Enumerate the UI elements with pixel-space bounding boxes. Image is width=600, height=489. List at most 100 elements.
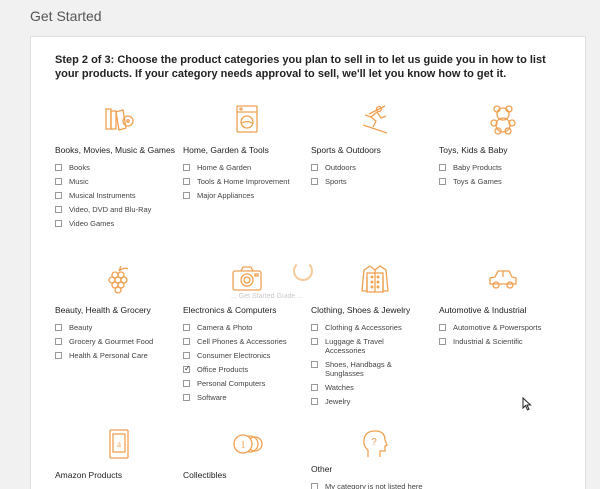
category-option-label: Office Products bbox=[197, 365, 249, 374]
category-option[interactable]: Sports bbox=[311, 177, 439, 186]
category-option[interactable]: Musical Instruments bbox=[55, 191, 183, 200]
category-title: Clothing, Shoes & Jewelry bbox=[311, 305, 411, 315]
washer-icon bbox=[183, 99, 311, 139]
category-checkbox[interactable] bbox=[55, 192, 62, 199]
category-checkbox[interactable] bbox=[183, 338, 190, 345]
category-option-label: Books bbox=[69, 163, 90, 172]
category-option[interactable]: Video Games bbox=[55, 219, 183, 228]
car-icon bbox=[439, 259, 567, 299]
category-checkbox[interactable] bbox=[183, 178, 190, 185]
category-option[interactable]: Grocery & Gourmet Food bbox=[55, 337, 183, 346]
category-option-label: Software bbox=[197, 393, 227, 402]
category-checkbox[interactable] bbox=[311, 164, 318, 171]
category-option[interactable]: Baby Products bbox=[439, 163, 567, 172]
category-title: Amazon Products bbox=[55, 470, 123, 480]
category-card: Automotive & Industrial Automotive & Powe… bbox=[439, 255, 567, 420]
category-option[interactable]: Software bbox=[183, 393, 311, 402]
category-checkbox[interactable] bbox=[183, 324, 190, 331]
category-checkbox[interactable] bbox=[183, 192, 190, 199]
category-option[interactable]: Outdoors bbox=[311, 163, 439, 172]
category-option-label: Sports bbox=[325, 177, 347, 186]
category-option[interactable]: Camera & Photo bbox=[183, 323, 311, 332]
category-title: Automotive & Industrial bbox=[439, 305, 527, 315]
category-option-label: Baby Products bbox=[453, 163, 502, 172]
category-checkbox[interactable] bbox=[439, 178, 446, 185]
category-option-label: Video Games bbox=[69, 219, 115, 228]
category-option-label: Tools & Home Improvement bbox=[197, 177, 290, 186]
svg-text:a: a bbox=[117, 439, 121, 449]
category-card: Electronics & Computers Camera & Photo Cel… bbox=[183, 255, 311, 420]
category-option[interactable]: Office Products bbox=[183, 364, 311, 374]
category-checkbox[interactable] bbox=[311, 178, 318, 185]
category-grid: Books, Movies, Music & Games Books Music Mu… bbox=[55, 95, 575, 489]
kindle-icon: a bbox=[55, 424, 183, 464]
category-checkbox[interactable] bbox=[311, 361, 318, 368]
category-option-label: Luggage & Travel Accessories bbox=[325, 337, 384, 355]
category-checkbox[interactable] bbox=[439, 324, 446, 331]
category-card: 1CollectiblesCollectible coins bbox=[183, 420, 311, 489]
category-checkbox[interactable] bbox=[183, 364, 191, 373]
category-card: Books, Movies, Music & Games Books Music Mu… bbox=[55, 95, 183, 255]
category-option[interactable]: Luggage & Travel Accessories bbox=[311, 337, 439, 355]
category-option[interactable]: Books bbox=[55, 163, 183, 172]
category-checkbox[interactable] bbox=[311, 398, 318, 405]
category-option[interactable]: My category is not listed here bbox=[311, 482, 439, 489]
category-option-label: Cell Phones & Accessories bbox=[197, 337, 287, 346]
skier-icon bbox=[311, 99, 439, 139]
category-option[interactable]: Home & Garden bbox=[183, 163, 311, 172]
category-checkbox[interactable] bbox=[55, 352, 62, 359]
category-card: ? Other My category is not listed here bbox=[311, 420, 439, 489]
category-title: Toys, Kids & Baby bbox=[439, 145, 508, 155]
category-checkbox[interactable] bbox=[55, 178, 62, 185]
category-checkbox[interactable] bbox=[183, 352, 190, 359]
category-option-label: Health & Personal Care bbox=[69, 351, 148, 360]
category-option[interactable]: Personal Computers bbox=[183, 379, 311, 388]
question-head-icon: ? bbox=[311, 424, 439, 464]
category-checkbox[interactable] bbox=[311, 483, 318, 489]
category-option[interactable]: Beauty bbox=[55, 323, 183, 332]
category-card: Toys, Kids & Baby Baby Products Toys & Gam… bbox=[439, 95, 567, 255]
category-checkbox[interactable] bbox=[439, 164, 446, 171]
category-option[interactable]: Consumer Electronics bbox=[183, 351, 311, 360]
svg-text:1: 1 bbox=[241, 440, 246, 451]
category-option[interactable]: Music bbox=[55, 177, 183, 186]
category-option-label: Jewelry bbox=[325, 397, 351, 406]
category-option[interactable]: Cell Phones & Accessories bbox=[183, 337, 311, 346]
category-option-label: Outdoors bbox=[325, 163, 356, 172]
category-option[interactable]: Tools & Home Improvement bbox=[183, 177, 311, 186]
loading-spinner-icon bbox=[293, 261, 313, 281]
category-option[interactable]: Toys & Games bbox=[439, 177, 567, 186]
category-option-label: Personal Computers bbox=[197, 379, 266, 388]
category-checkbox[interactable] bbox=[183, 164, 190, 171]
category-checkbox[interactable] bbox=[55, 324, 62, 331]
books-icon bbox=[55, 99, 183, 139]
category-option-label: Toys & Games bbox=[453, 177, 502, 186]
category-checkbox[interactable] bbox=[183, 394, 190, 401]
category-option-label: Beauty bbox=[69, 323, 93, 332]
category-checkbox[interactable] bbox=[183, 380, 190, 387]
category-checkbox[interactable] bbox=[55, 206, 62, 213]
category-checkbox[interactable] bbox=[55, 338, 62, 345]
category-option[interactable]: Video, DVD and Blu-Ray bbox=[55, 205, 183, 214]
category-option-label: Consumer Electronics bbox=[197, 351, 271, 360]
category-option-label: Clothing & Accessories bbox=[325, 323, 402, 332]
category-option-label: Musical Instruments bbox=[69, 191, 136, 200]
category-checkbox[interactable] bbox=[55, 164, 62, 171]
category-option[interactable]: Industrial & Scientific bbox=[439, 337, 567, 346]
category-option[interactable]: Major Appliances bbox=[183, 191, 311, 200]
category-option[interactable]: Shoes, Handbags & Sunglasses bbox=[311, 360, 439, 378]
category-checkbox[interactable] bbox=[55, 220, 62, 227]
svg-text:?: ? bbox=[371, 437, 377, 448]
step-instructions: Step 2 of 3: Choose the product categori… bbox=[55, 54, 546, 80]
category-checkbox[interactable] bbox=[311, 324, 318, 331]
category-checkbox[interactable] bbox=[311, 384, 318, 391]
category-checkbox[interactable] bbox=[311, 338, 318, 345]
jacket-icon bbox=[311, 259, 439, 299]
category-option[interactable]: Watches bbox=[311, 383, 439, 392]
page-title: Get Started bbox=[30, 8, 102, 24]
category-option[interactable]: Automotive & Powersports bbox=[439, 323, 567, 332]
category-option[interactable]: Jewelry bbox=[311, 397, 439, 406]
category-checkbox[interactable] bbox=[439, 338, 446, 345]
category-option[interactable]: Health & Personal Care bbox=[55, 351, 183, 360]
category-option[interactable]: Clothing & Accessories bbox=[311, 323, 439, 332]
